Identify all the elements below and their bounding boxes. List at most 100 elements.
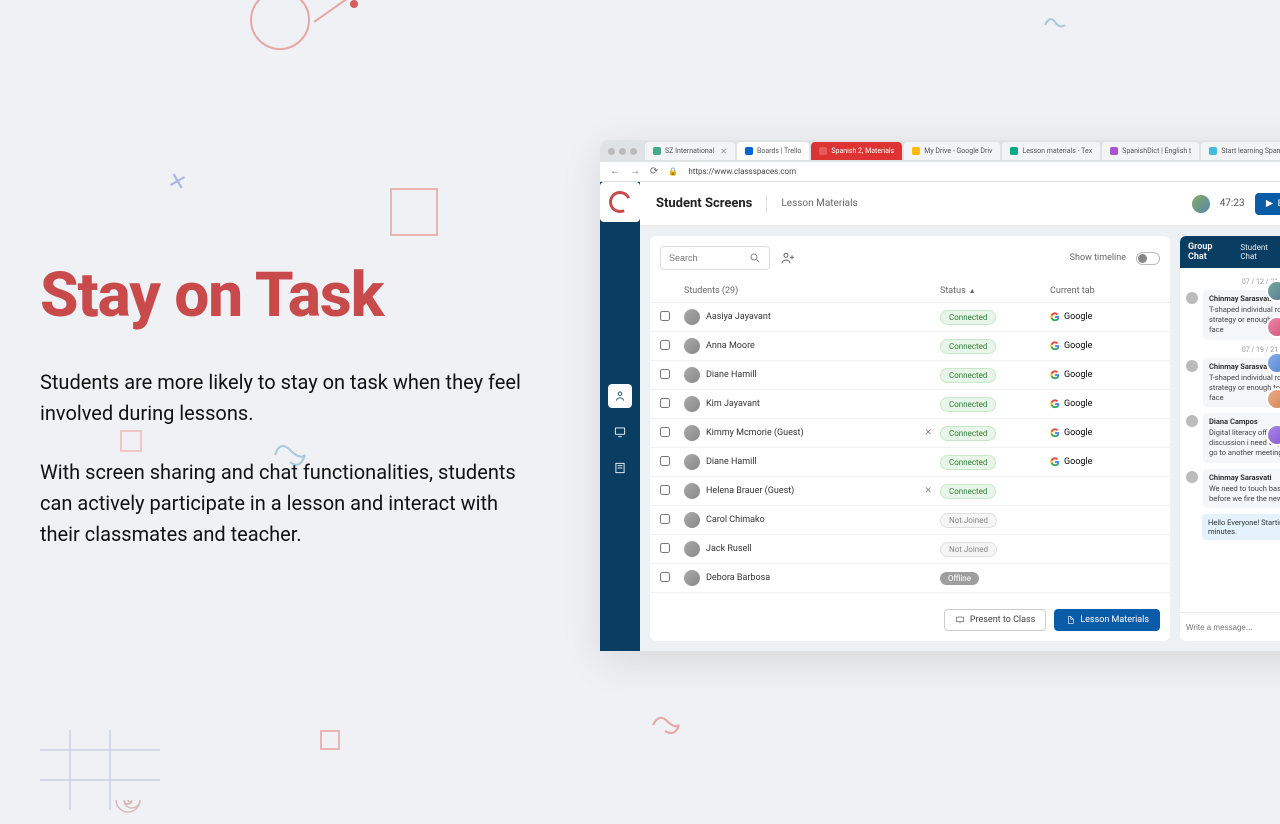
- row-checkbox[interactable]: [660, 456, 670, 466]
- marketing-p2: With screen sharing and chat functionali…: [40, 457, 530, 550]
- google-icon: [1050, 370, 1060, 380]
- remove-guest-icon[interactable]: ✕: [924, 428, 932, 438]
- col-tab[interactable]: Current tab: [1050, 286, 1160, 296]
- row-checkbox[interactable]: [660, 340, 670, 350]
- window-controls[interactable]: [608, 148, 637, 155]
- forward-icon[interactable]: →: [630, 166, 640, 177]
- google-icon: [1050, 457, 1060, 467]
- browser-tab[interactable]: Start learning Spanish: [1201, 142, 1280, 160]
- reload-icon[interactable]: ⟳: [650, 166, 658, 177]
- row-checkbox[interactable]: [660, 572, 670, 582]
- row-checkbox[interactable]: [660, 311, 670, 321]
- current-tab-label: Google: [1064, 341, 1092, 351]
- status-badge: Offline: [940, 572, 979, 585]
- status-badge: Connected: [940, 368, 996, 383]
- avatar[interactable]: [1266, 280, 1280, 302]
- student-name: Kimmy Mcmorie (Guest): [706, 428, 804, 438]
- browser-tab[interactable]: Spanish 2, Materials: [811, 142, 902, 160]
- page-title: Student Screens: [656, 196, 752, 211]
- deco-spiral: [110, 780, 150, 820]
- remove-guest-icon[interactable]: ✕: [924, 486, 932, 496]
- marketing-p1: Students are more likely to stay on task…: [40, 367, 530, 429]
- message-text: We need to touch base off-line before we…: [1209, 484, 1280, 504]
- timeline-toggle[interactable]: [1136, 252, 1160, 265]
- student-name: Aasiya Jayavant: [706, 312, 771, 322]
- google-icon: [1050, 341, 1060, 351]
- add-user-icon[interactable]: [780, 250, 796, 266]
- deco-squiggle-2: [1040, 10, 1070, 40]
- row-checkbox[interactable]: [660, 427, 670, 437]
- status-badge: Connected: [940, 310, 996, 325]
- avatar: [684, 309, 700, 325]
- current-tab-label: Google: [1064, 399, 1092, 409]
- deco-circle: [250, 0, 310, 50]
- browser-tab[interactable]: SpanishDict | English t: [1102, 142, 1199, 160]
- avatar[interactable]: [1266, 424, 1280, 446]
- status-badge: Connected: [940, 397, 996, 412]
- avatar: [684, 425, 700, 441]
- table-row[interactable]: Carol ChimakoNot Joined: [650, 506, 1170, 535]
- student-name: Diane Hamill: [706, 457, 757, 467]
- browser-tab[interactable]: My Drive - Google Driv: [904, 142, 1000, 160]
- user-avatar[interactable]: [1192, 195, 1210, 213]
- message-author: Chinmay Sarasvati: [1209, 473, 1280, 483]
- deco-dot: [350, 0, 358, 8]
- table-row[interactable]: Debora BarbosaOffline: [650, 564, 1170, 593]
- current-tab-label: Google: [1064, 428, 1092, 438]
- table-row[interactable]: Kimmy Mcmorie (Guest)✕ConnectedGoogle: [650, 419, 1170, 448]
- lesson-materials-button[interactable]: Lesson Materials: [1054, 609, 1160, 631]
- avatar[interactable]: [1266, 388, 1280, 410]
- row-checkbox[interactable]: [660, 514, 670, 524]
- table-row[interactable]: Anna Moore Connected Google: [650, 332, 1170, 361]
- browser-tab[interactable]: Lesson materials - Tex: [1002, 142, 1100, 160]
- table-row[interactable]: Diane HamillConnectedGoogle: [650, 448, 1170, 477]
- table-row[interactable]: Kim JayavantConnectedGoogle: [650, 390, 1170, 419]
- left-sidebar: [600, 182, 640, 651]
- url-text[interactable]: https://www.classspaces.com: [688, 167, 796, 176]
- avatar: [684, 396, 700, 412]
- col-students[interactable]: Students (29): [684, 286, 940, 296]
- sidebar-monitor-icon[interactable]: [608, 420, 632, 444]
- current-tab-label: Google: [1064, 370, 1092, 380]
- avatar[interactable]: [1266, 352, 1280, 374]
- col-status[interactable]: Status▲: [940, 286, 1050, 296]
- search-icon: [749, 252, 761, 264]
- status-badge: Connected: [940, 339, 996, 354]
- avatar[interactable]: [1266, 316, 1280, 338]
- student-name: Anna Moore: [706, 341, 755, 351]
- present-to-class-button[interactable]: Present to Class: [944, 609, 1046, 631]
- marketing-headline: Stay on Task: [40, 265, 530, 327]
- table-header: Students (29) Status▲ Current tab: [650, 280, 1170, 303]
- avatar: [684, 454, 700, 470]
- row-checkbox[interactable]: [660, 543, 670, 553]
- search-field[interactable]: [669, 253, 749, 263]
- current-tab-label: Google: [1064, 312, 1092, 322]
- deco-line: [313, 0, 351, 23]
- table-row[interactable]: Aasiya Jayavant Connected Google: [650, 303, 1170, 332]
- sidebar-students-icon[interactable]: [608, 384, 632, 408]
- avatar: [684, 541, 700, 557]
- sidebar-book-icon[interactable]: [608, 456, 632, 480]
- browser-tab[interactable]: Boards | Trello: [737, 142, 809, 160]
- back-icon[interactable]: ←: [610, 166, 620, 177]
- search-input[interactable]: [660, 246, 770, 270]
- row-checkbox[interactable]: [660, 485, 670, 495]
- browser-tab[interactable]: SZ International✕: [645, 142, 735, 160]
- chat-subtitle: Student Chat: [1240, 243, 1280, 261]
- table-row[interactable]: Diane HamillConnectedGoogle: [650, 361, 1170, 390]
- lock-icon: 🔒: [668, 167, 678, 176]
- student-name: Jack Rusell: [706, 544, 752, 554]
- row-checkbox[interactable]: [660, 369, 670, 379]
- table-row[interactable]: Helena Brauer (Guest)✕Connected: [650, 477, 1170, 506]
- end-lesson-button[interactable]: End Lesson: [1255, 193, 1280, 215]
- student-name: Carol Chimako: [706, 515, 765, 525]
- current-tab-label: Google: [1064, 457, 1092, 467]
- status-badge: Not Joined: [940, 542, 997, 557]
- chat-input[interactable]: [1186, 619, 1280, 635]
- row-checkbox[interactable]: [660, 398, 670, 408]
- lesson-timer: 47:23: [1220, 198, 1245, 209]
- logo[interactable]: [600, 182, 640, 222]
- deco-squiggle-3: [645, 705, 685, 745]
- table-row[interactable]: Jack Rusell Not Joined: [650, 535, 1170, 564]
- breadcrumb[interactable]: Lesson Materials: [781, 198, 857, 209]
